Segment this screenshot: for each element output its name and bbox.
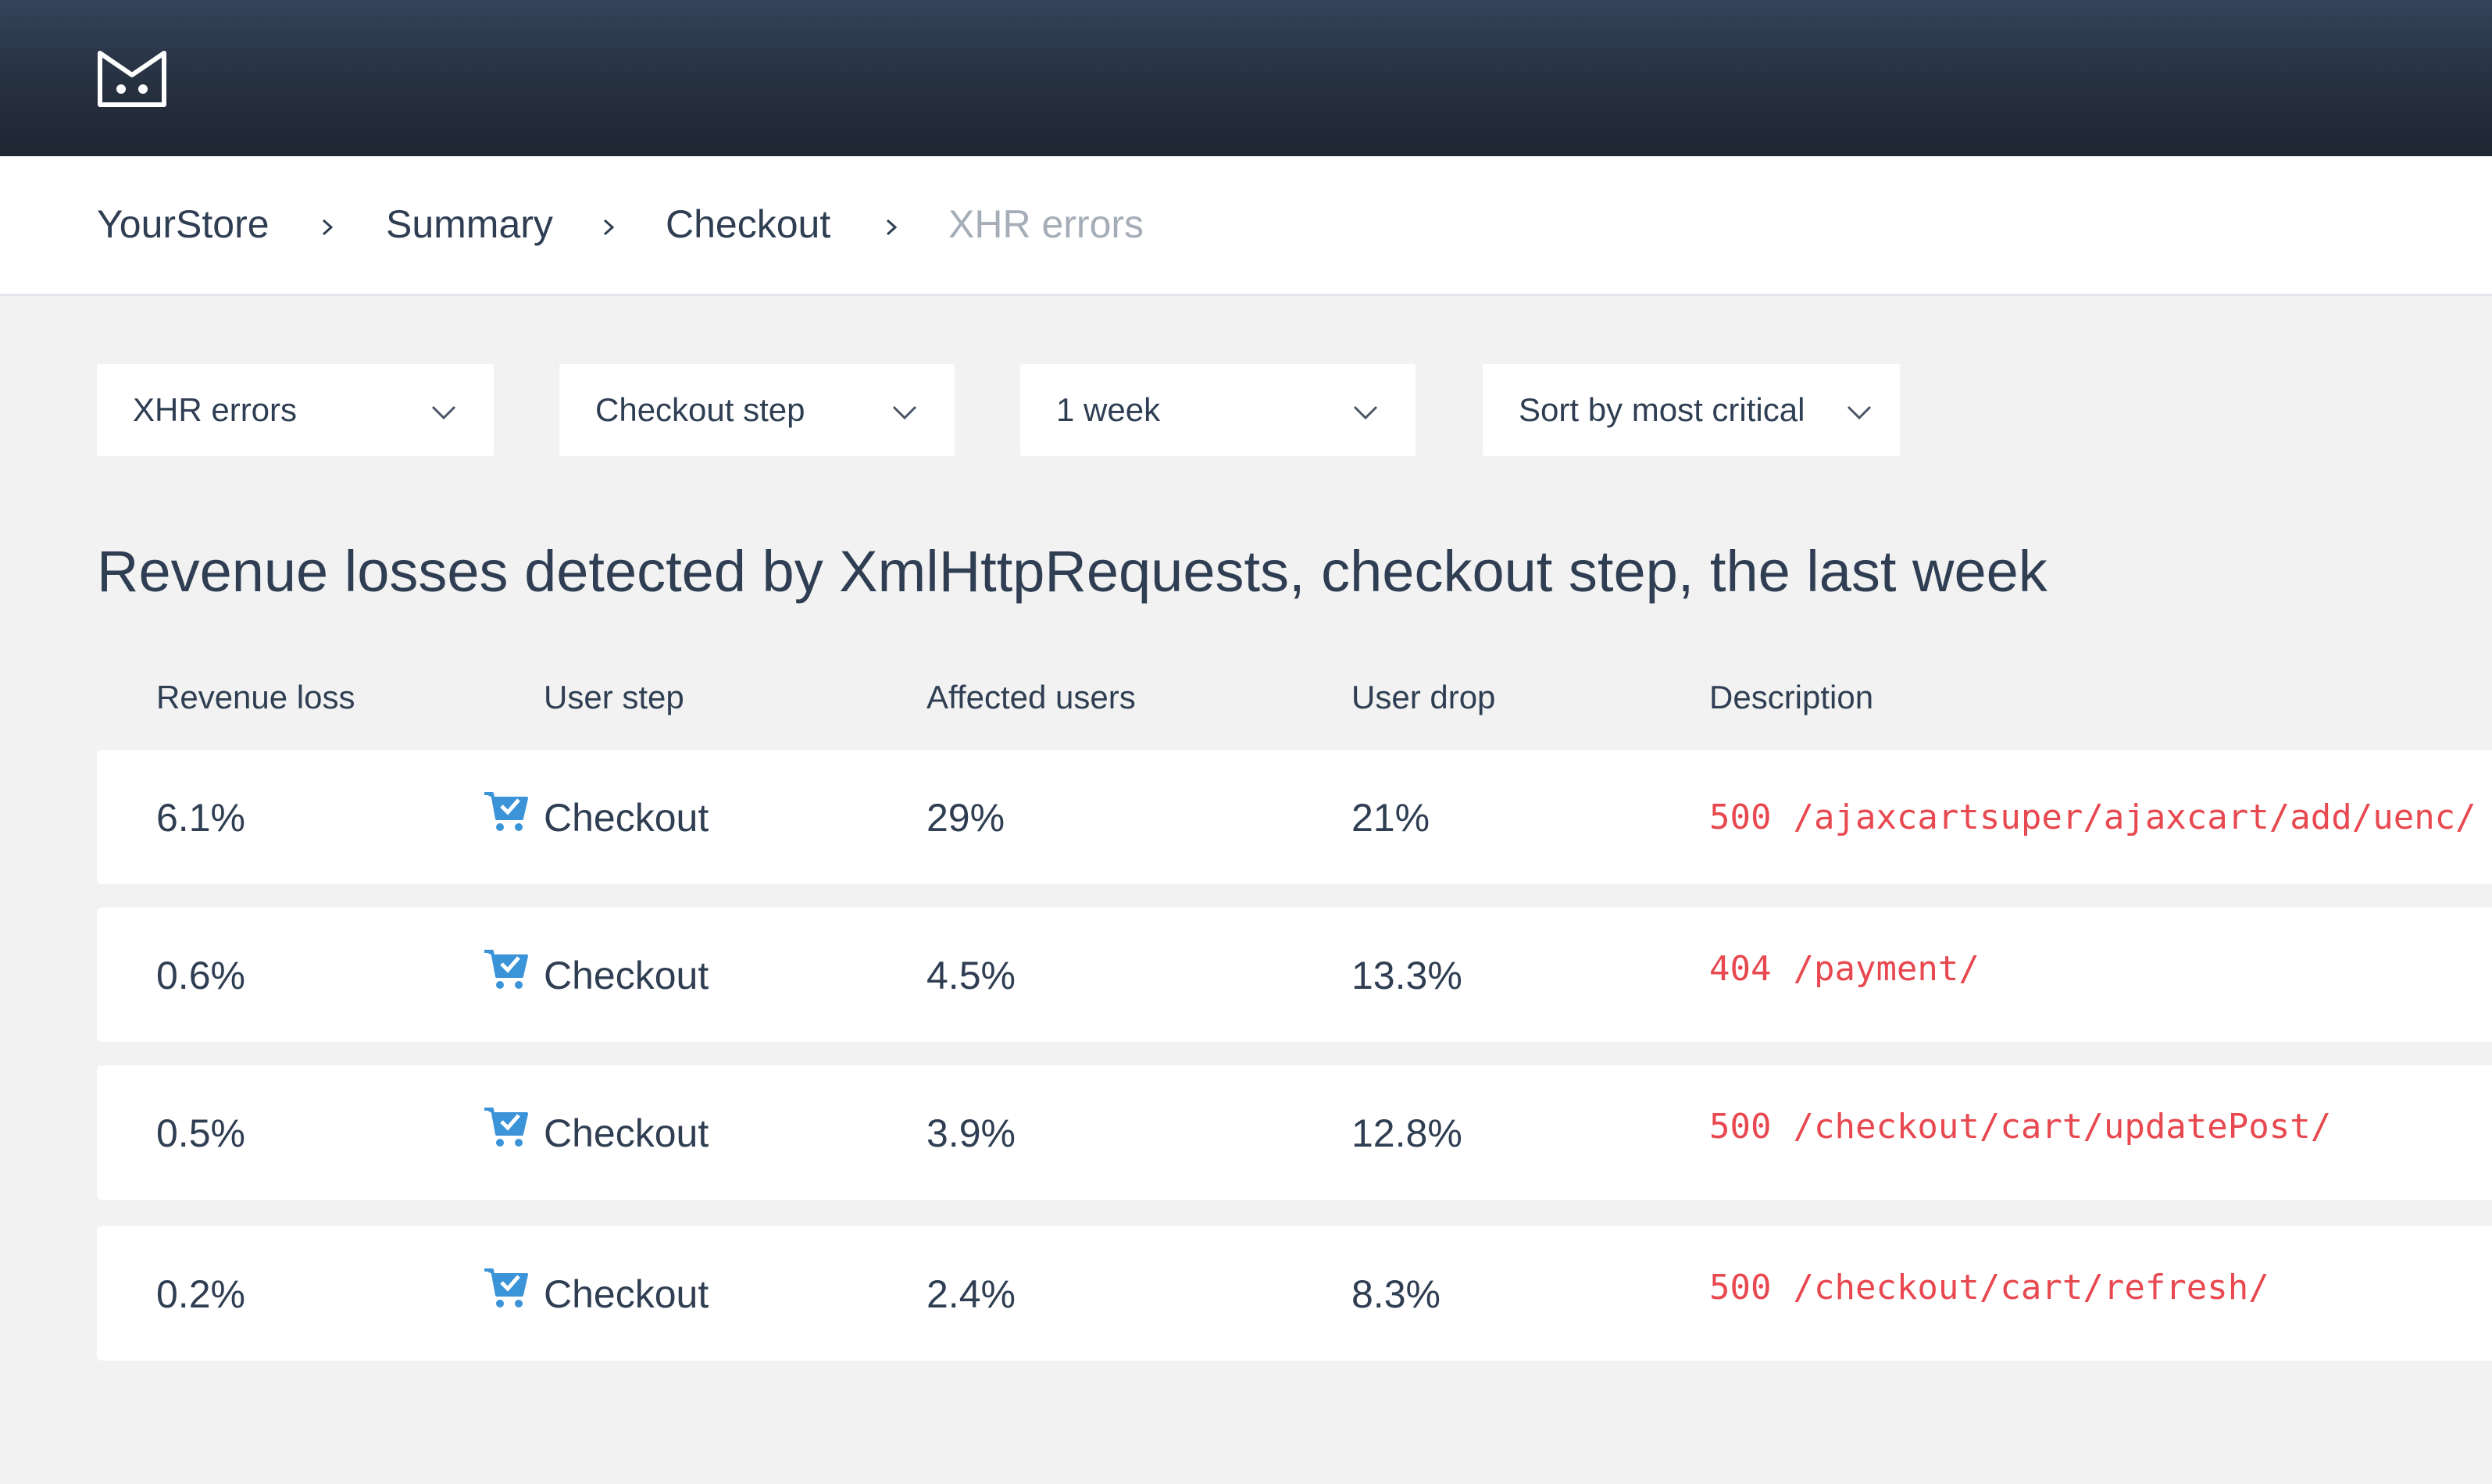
shopping-cart-check-icon	[484, 950, 528, 989]
period-dropdown-label: 1 week	[1056, 391, 1161, 428]
revenue-loss-value: 0.6%	[156, 954, 245, 997]
affected-users-value: 29%	[926, 796, 1005, 840]
user-drop-value: 21%	[1351, 796, 1430, 840]
breadcrumb-current: XHR errors	[948, 202, 1144, 246]
metric-dropdown-label: XHR errors	[133, 391, 298, 428]
error-description: 404/payment/	[1709, 950, 1980, 989]
user-step-value: Checkout	[544, 796, 709, 840]
http-status-code: 500	[1709, 797, 1772, 837]
request-path: /checkout/cart/updatePost/	[1793, 1107, 2332, 1147]
column-header-revenue-loss[interactable]: Revenue loss	[156, 680, 355, 715]
top-navigation-bar	[0, 0, 2492, 156]
chevron-down-icon	[892, 405, 917, 420]
shopping-cart-check-icon	[484, 1108, 528, 1147]
cat-face-logo-icon[interactable]	[95, 48, 169, 109]
error-description: 500/ajaxcartsuper/ajaxcart/add/uenc/	[1709, 798, 2476, 837]
revenue-loss-value: 6.1%	[156, 796, 245, 840]
http-status-code: 500	[1709, 1107, 1772, 1147]
http-status-code: 500	[1709, 1268, 1772, 1307]
table-row[interactable]: 6.1% Checkout 29% 21% 500/ajaxcartsuper/…	[97, 750, 2492, 884]
affected-users-value: 2.4%	[926, 1272, 1016, 1316]
user-step-value: Checkout	[544, 1111, 709, 1155]
table-row[interactable]: 0.2% Checkout 2.4% 8.3% 500/checkout/car…	[97, 1226, 2492, 1361]
sort-dropdown-label: Sort by most critical	[1519, 391, 1805, 428]
chevron-down-icon	[431, 405, 456, 420]
affected-users-value: 4.5%	[926, 954, 1016, 997]
period-dropdown[interactable]: 1 week	[1020, 364, 1416, 456]
column-header-user-step[interactable]: User step	[544, 680, 684, 715]
request-path: /payment/	[1793, 949, 1980, 989]
breadcrumb: YourStore Summary Checkout XHR errors	[0, 156, 2492, 296]
user-drop-value: 12.8%	[1351, 1111, 1462, 1155]
user-step-value: Checkout	[544, 954, 709, 997]
step-dropdown[interactable]: Checkout step	[559, 364, 955, 456]
revenue-loss-value: 0.2%	[156, 1272, 245, 1316]
breadcrumb-item-summary[interactable]: Summary	[386, 205, 553, 244]
chevron-down-icon	[1353, 405, 1378, 420]
column-header-user-drop[interactable]: User drop	[1351, 680, 1495, 715]
table-row[interactable]: 0.6% Checkout 4.5% 13.3% 404/payment/	[97, 908, 2492, 1042]
request-path: /ajaxcartsuper/ajaxcart/add/uenc/	[1793, 797, 2476, 837]
request-path: /checkout/cart/refresh/	[1793, 1268, 2269, 1307]
chevron-right-icon	[322, 219, 334, 236]
revenue-loss-value: 0.5%	[156, 1111, 245, 1155]
chevron-right-icon	[886, 219, 898, 236]
error-description: 500/checkout/cart/updatePost/	[1709, 1108, 2331, 1147]
column-header-description[interactable]: Description	[1709, 680, 1873, 715]
affected-users-value: 3.9%	[926, 1111, 1016, 1155]
step-dropdown-label: Checkout step	[595, 391, 805, 428]
column-header-affected-users[interactable]: Affected users	[926, 680, 1136, 715]
user-drop-value: 8.3%	[1351, 1272, 1441, 1316]
user-step-value: Checkout	[544, 1272, 709, 1316]
shopping-cart-check-icon	[484, 1268, 528, 1307]
breadcrumb-item-checkout[interactable]: Checkout	[666, 205, 830, 244]
metric-dropdown[interactable]: XHR errors	[97, 364, 494, 456]
chevron-right-icon	[603, 219, 615, 236]
sort-dropdown[interactable]: Sort by most critical	[1483, 364, 1900, 456]
error-description: 500/checkout/cart/refresh/	[1709, 1268, 2269, 1307]
http-status-code: 404	[1709, 949, 1772, 989]
shopping-cart-check-icon	[484, 792, 528, 831]
breadcrumb-item-yourstore[interactable]: YourStore	[97, 205, 270, 244]
user-drop-value: 13.3%	[1351, 954, 1462, 997]
table-row[interactable]: 0.5% Checkout 3.9% 12.8% 500/checkout/ca…	[97, 1065, 2492, 1200]
chevron-down-icon	[1847, 405, 1872, 420]
page-title: Revenue losses detected by XmlHttpReques…	[97, 539, 2048, 604]
